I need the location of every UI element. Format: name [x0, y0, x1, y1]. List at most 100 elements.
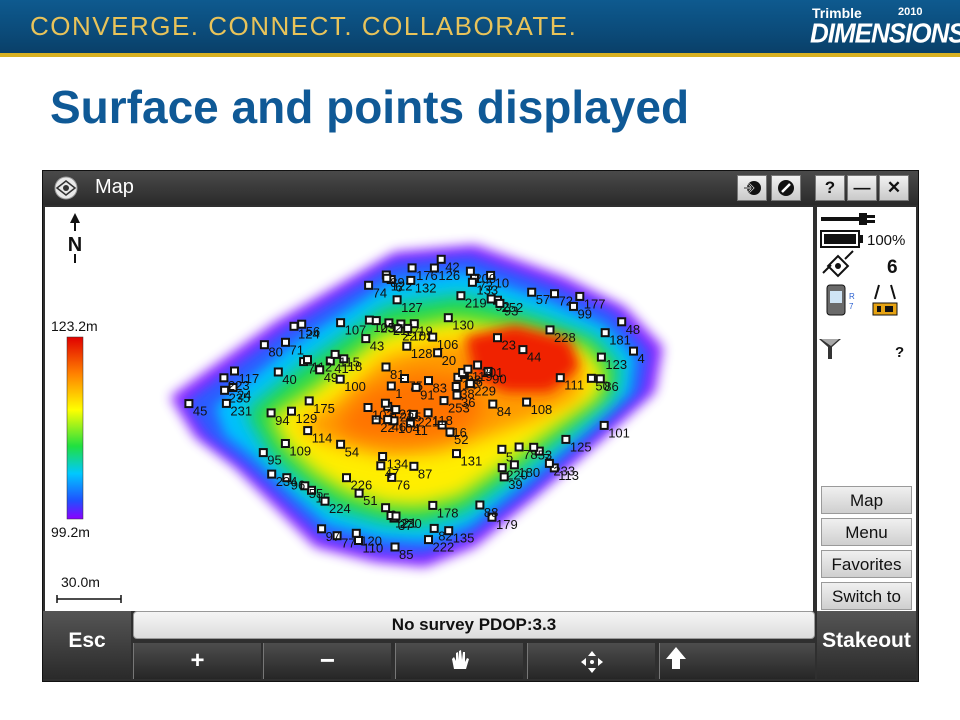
- survey-point-label: 114: [312, 431, 333, 446]
- zoom-in-button[interactable]: +: [133, 643, 261, 679]
- survey-point-label: 220: [506, 468, 528, 483]
- svg-text:R: R: [849, 292, 855, 301]
- brand-year: 2010: [898, 6, 923, 18]
- survey-point-label: 101: [608, 425, 630, 440]
- trimble-globe-icon[interactable]: [53, 175, 79, 201]
- power-plug-icon: [821, 213, 875, 225]
- survey-point-label: 57: [536, 292, 550, 307]
- device-window: Map ? — ✕ N 123.2m 99.2m 30.0m 11 122 10…: [42, 170, 919, 682]
- survey-point-label: 54: [345, 444, 359, 459]
- slogan: CONVERGE. CONNECT. COLLABORATE.: [30, 11, 578, 41]
- radio-signal-icon: [872, 284, 898, 316]
- menu-button[interactable]: Menu: [821, 518, 912, 546]
- survey-point-label: 45: [193, 404, 207, 419]
- survey-point-label: 124: [298, 326, 320, 341]
- zoom-in-icon: +: [190, 647, 205, 674]
- survey-point-label: 178: [437, 505, 459, 520]
- survey-point-label: 85: [399, 547, 413, 562]
- survey-point-label: 49: [324, 370, 338, 385]
- header-banner: CONVERGE. CONNECT. COLLABORATE. Trimble …: [0, 0, 960, 56]
- zoom-out-icon: −: [319, 645, 336, 675]
- survey-point-label: 50: [595, 378, 609, 393]
- north-label: N: [68, 234, 82, 256]
- survey-point-label: 111: [564, 378, 584, 393]
- login-button[interactable]: [737, 175, 767, 201]
- survey-point-label: 127: [401, 300, 423, 315]
- help-button[interactable]: ?: [815, 175, 845, 201]
- survey-point-label: 74: [373, 285, 387, 300]
- no-entry-button[interactable]: [771, 175, 801, 201]
- up-arrow-button[interactable]: [659, 643, 815, 679]
- survey-point-label: 52: [454, 432, 468, 447]
- survey-point-label: 84: [497, 404, 511, 419]
- survey-point-label: 234: [276, 474, 298, 489]
- survey-point-label: 109: [289, 444, 311, 459]
- survey-point-label: 228: [554, 330, 576, 345]
- surface-map[interactable]: N 123.2m 99.2m 30.0m 1112214: [45, 207, 813, 611]
- esc-button[interactable]: Esc: [43, 611, 131, 679]
- legend-max-label: 123.2m: [51, 318, 98, 334]
- survey-point-label: 91: [420, 387, 434, 402]
- survey-point-label: 88: [484, 505, 498, 520]
- survey-point-label: 99: [578, 306, 592, 321]
- survey-point-label: 179: [496, 517, 518, 532]
- survey-point-label: 78: [523, 447, 537, 462]
- survey-point-label: 132: [415, 280, 437, 295]
- move-arrows-icon: [581, 651, 603, 673]
- survey-point-label: 46: [392, 420, 406, 435]
- pan-button[interactable]: [395, 643, 523, 679]
- login-icon: [744, 181, 761, 195]
- survey-point-label: 129: [296, 411, 318, 426]
- survey-point-label: 233: [553, 463, 575, 478]
- zoom-out-button[interactable]: −: [263, 643, 391, 679]
- north-arrow-icon: N: [68, 213, 82, 263]
- banner-stripe: [0, 53, 960, 57]
- scale-label: 30.0m: [61, 574, 100, 590]
- survey-point-label: 128: [411, 346, 433, 361]
- stakeout-button[interactable]: Stakeout: [817, 611, 916, 679]
- map-view[interactable]: N 123.2m 99.2m 30.0m 1112214: [45, 207, 813, 611]
- survey-point-label: 126: [438, 268, 460, 283]
- survey-point-label: 232: [380, 321, 402, 336]
- favorites-button[interactable]: Favorites: [821, 550, 912, 578]
- survey-status-bar: No survey PDOP:3.3: [133, 611, 815, 639]
- survey-point-label: 135: [453, 531, 475, 546]
- no-entry-icon: [778, 180, 794, 196]
- up-arrow-icon: [666, 647, 686, 669]
- survey-point-label: 106: [437, 337, 459, 352]
- survey-point-label: 235: [229, 390, 251, 405]
- survey-point-label: 4: [638, 351, 645, 366]
- survey-point-label: 224: [329, 501, 351, 516]
- survey-point-label: 1: [395, 386, 402, 401]
- switch-to-button[interactable]: Switch to: [821, 582, 912, 610]
- survey-point-label: 51: [363, 493, 377, 508]
- close-button[interactable]: ✕: [879, 175, 909, 201]
- minimize-button[interactable]: —: [847, 175, 877, 201]
- survey-point-label: 97: [326, 529, 340, 544]
- survey-point-label: 77: [341, 536, 355, 551]
- hand-pan-icon: [452, 650, 469, 669]
- survey-point-label: 200: [474, 271, 496, 286]
- survey-point-label: 120: [360, 533, 382, 548]
- survey-point-label: 131: [461, 454, 483, 469]
- survey-point-label: 80: [268, 345, 282, 360]
- survey-point-label: 222: [433, 540, 455, 555]
- survey-point-label: 115: [339, 354, 360, 369]
- pan-to-point-button[interactable]: [527, 643, 655, 679]
- survey-point-label: 71: [290, 342, 304, 357]
- survey-point-label: 93: [504, 303, 518, 318]
- survey-point-label: 81: [390, 367, 404, 382]
- survey-point-label: 36: [461, 395, 475, 410]
- window-title: Map: [95, 176, 134, 198]
- survey-point-label: 87: [418, 466, 432, 481]
- survey-point-label: 95: [267, 453, 281, 468]
- survey-point-label: 20: [442, 353, 456, 368]
- survey-point-label: 230: [400, 516, 422, 531]
- survey-point-label: 23: [502, 338, 516, 353]
- survey-point-label: 47: [385, 466, 399, 481]
- survey-point-label: 125: [570, 439, 592, 454]
- page-title: Surface and points displayed: [50, 81, 690, 133]
- survey-point-label: 40: [282, 372, 296, 387]
- status-icons: 100% 6 R 7 ?: [819, 213, 905, 361]
- map-button[interactable]: Map: [821, 486, 912, 514]
